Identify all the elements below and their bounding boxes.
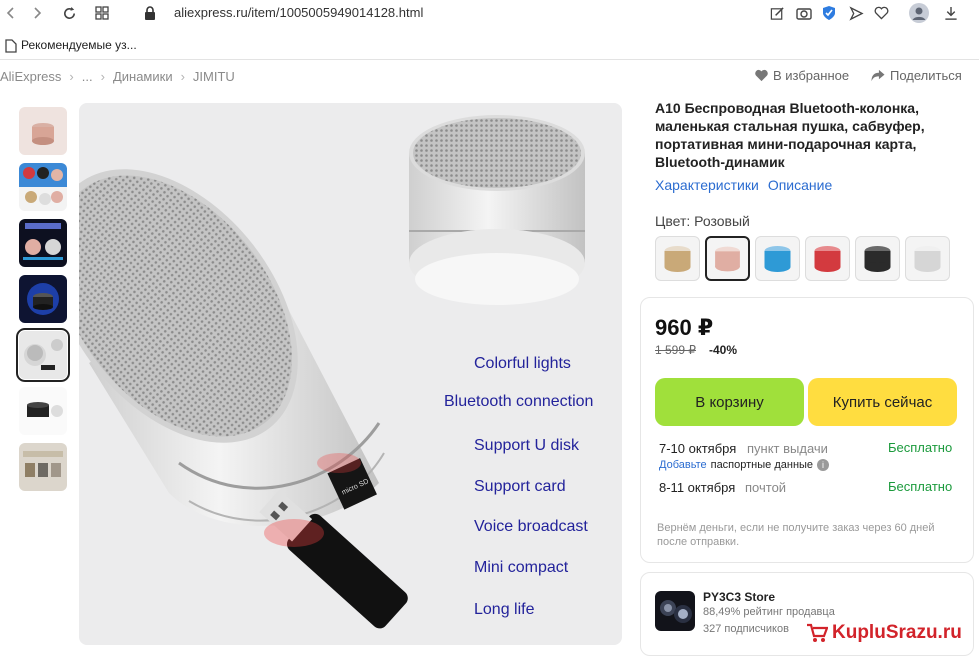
share-arrow-icon (871, 69, 885, 82)
feature-u-disk: Support U disk (474, 437, 579, 454)
browser-toolbar: aliexpress.ru/item/1005005949014128.html (0, 0, 979, 26)
refund-guarantee: Вернём деньги, если не получите заказ че… (657, 522, 935, 548)
cart-logo-icon (807, 623, 828, 642)
reload-icon[interactable] (58, 2, 80, 24)
swatch-silver[interactable] (905, 236, 950, 281)
buy-now-button[interactable]: Купить сейчас (808, 378, 957, 426)
tabs-grid-icon[interactable] (91, 2, 113, 24)
store-subscribers: 327 подписчиков (703, 623, 789, 635)
add-passport-link[interactable]: Добавьте (659, 459, 707, 471)
store-logo[interactable] (655, 591, 695, 631)
tab-characteristics[interactable]: Характеристики (655, 177, 759, 193)
breadcrumb-ellipsis[interactable]: ... (82, 69, 93, 84)
shield-icon[interactable] (818, 2, 840, 24)
share-button[interactable]: Поделиться (870, 68, 962, 83)
chevron-right-icon: › (100, 69, 105, 84)
old-price: 1 599 ₽ (655, 343, 696, 357)
feature-card: Support card (474, 478, 566, 495)
download-icon[interactable] (940, 2, 962, 24)
delivery-date-post: 8-11 октября (659, 480, 736, 495)
breadcrumb-home[interactable]: AliExpress (0, 69, 61, 84)
add-to-cart-button[interactable]: В корзину (655, 378, 804, 426)
delivery-method-post: почтой (745, 480, 787, 495)
thumbnail-5[interactable] (16, 328, 70, 382)
bookmark-item[interactable]: Рекомендуемые уз... (21, 38, 137, 52)
back-icon[interactable] (0, 2, 22, 24)
swatch-blue[interactable] (755, 236, 800, 281)
site-watermark: KupluSrazu.ru (806, 622, 962, 644)
thumbnail-3[interactable] (19, 219, 67, 267)
product-tabs: Характеристики Описание (655, 177, 832, 193)
breadcrumb: AliExpress › ... › Динамики › JIMITU (0, 69, 235, 84)
price: 960 ₽ (655, 315, 714, 340)
delivery-date-pickup: 7-10 октября (659, 441, 737, 456)
swatch-pink[interactable] (705, 236, 750, 281)
feature-colorful-lights: Colorful lights (474, 355, 571, 372)
passport-notice: Добавьте паспортные данные i (659, 459, 830, 471)
swatch-black[interactable] (855, 236, 900, 281)
breadcrumb-brand[interactable]: JIMITU (193, 69, 235, 84)
delivery-cost-post: Бесплатно (888, 479, 953, 494)
profile-avatar-icon[interactable] (908, 2, 930, 24)
favorite-button[interactable]: В избранное (754, 68, 849, 83)
passport-text: паспортные данные (710, 459, 814, 471)
send-icon[interactable] (845, 2, 867, 24)
feature-voice: Voice broadcast (474, 518, 588, 535)
feature-mini: Mini compact (474, 559, 569, 576)
address-bar[interactable]: aliexpress.ru/item/1005005949014128.html (174, 5, 423, 20)
page-icon (0, 35, 22, 57)
thumbnail-7[interactable] (19, 443, 67, 491)
product-title: A10 Беспроводная Bluetooth-колонка, мале… (655, 100, 925, 170)
favorite-label: В избранное (773, 68, 850, 83)
thumbnail-6[interactable] (19, 387, 67, 435)
chevron-right-icon: › (180, 69, 185, 84)
heart-icon (755, 69, 768, 82)
store-rating: 88,49% рейтинг продавца (703, 606, 835, 618)
camera-icon[interactable] (793, 2, 815, 24)
bookmarks-bar: Рекомендуемые уз... (0, 30, 979, 60)
breadcrumb-category[interactable]: Динамики (113, 69, 173, 84)
swatch-gold[interactable] (655, 236, 700, 281)
info-icon[interactable]: i (817, 459, 830, 471)
store-name[interactable]: PY3C3 Store (703, 590, 775, 604)
swatch-red[interactable] (805, 236, 850, 281)
delivery-cost-pickup: Бесплатно (888, 440, 953, 455)
thumbnail-2[interactable] (19, 163, 67, 211)
chevron-right-icon: › (69, 69, 74, 84)
edit-icon[interactable] (766, 2, 788, 24)
feature-bluetooth: Bluetooth connection (444, 393, 594, 410)
tab-description[interactable]: Описание (768, 177, 832, 193)
lock-icon (139, 2, 161, 24)
delivery-method-pickup: пункт выдачи (747, 441, 828, 456)
product-main-image[interactable]: micro SD Colorful lights Bluetooth conne… (79, 103, 622, 645)
color-label: Цвет: Розовый (655, 213, 750, 229)
discount-badge: -40% (709, 343, 738, 357)
forward-icon[interactable] (26, 2, 48, 24)
thumbnail-4[interactable] (19, 275, 67, 323)
share-label: Поделиться (890, 68, 962, 83)
feature-long-life: Long life (474, 601, 535, 618)
watermark-text: KupluSrazu.ru (832, 622, 962, 643)
thumbnail-1[interactable] (19, 107, 67, 155)
heart-icon[interactable] (870, 2, 892, 24)
